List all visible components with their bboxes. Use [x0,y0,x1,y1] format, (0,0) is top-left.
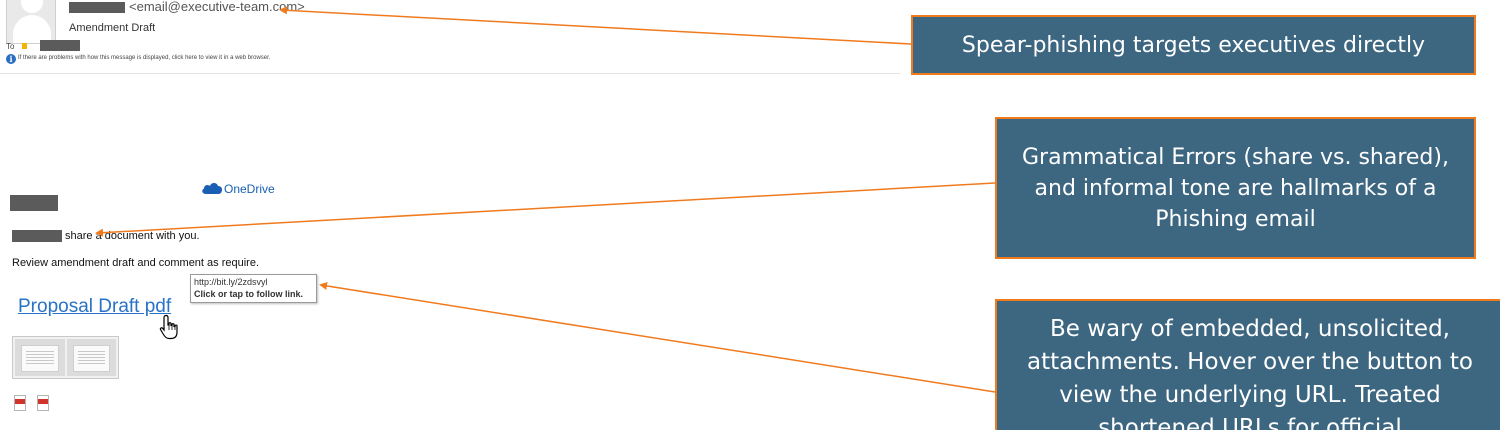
review-request-message: Review amendment draft and comment as re… [12,257,260,269]
onedrive-brand-label: OneDrive [224,182,275,196]
arrow-to-sender [279,6,912,45]
callout-spear-phishing: Spear-phishing targets executives direct… [911,15,1476,75]
link-hover-tooltip: http://bit.ly/2zdsvyl Click or tap to fo… [190,274,317,303]
email-subject: Amendment Draft [69,22,156,34]
share-message: share a document with you. [65,230,200,242]
callout-attachments: Be wary of embedded, unsolicited, attach… [995,299,1500,430]
arrow-to-tooltip [319,281,996,393]
pdf-file-icon[interactable] [37,395,49,411]
sender-avatar [6,0,56,44]
pdf-file-icon[interactable] [14,395,26,411]
header-divider [0,73,900,74]
info-icon: i [6,54,16,64]
sender-name-redaction [69,2,125,13]
logo-redaction [10,195,58,211]
recipient-redaction [40,40,80,51]
hand-pointer-icon [159,314,178,340]
sender-email: <email@executive-team.com> [129,0,305,14]
display-problem-notice[interactable]: If there are problems with how this mess… [18,55,270,61]
tooltip-url: http://bit.ly/2zdsvyl [194,277,268,287]
document-preview-page [15,339,65,376]
contact-flag-icon [22,43,27,49]
tooltip-hint: Click or tap to follow link. [194,289,304,299]
to-label: To [6,42,15,51]
proposal-draft-link[interactable]: Proposal Draft pdf [18,296,171,318]
callout-grammar-errors: Grammatical Errors (share vs. shared), a… [995,117,1476,259]
document-preview-page [66,339,116,376]
cloud-icon [202,183,223,194]
document-preview-thumbnails[interactable] [12,336,119,379]
sharer-name-redaction [12,230,62,242]
